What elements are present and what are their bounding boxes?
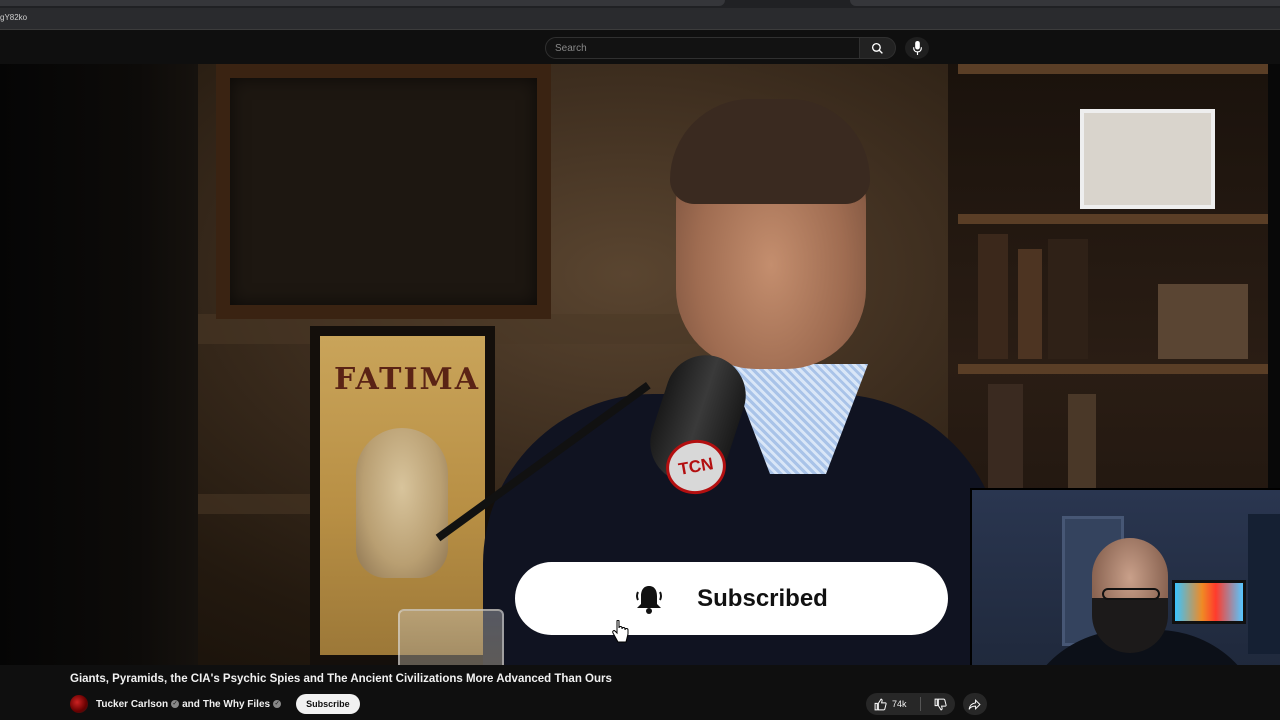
browser-tab[interactable] — [850, 0, 1280, 6]
book — [1158, 284, 1248, 359]
microphone-icon — [912, 41, 922, 55]
thumbs-up-icon[interactable] — [874, 698, 887, 711]
subscribed-overlay-button[interactable]: Subscribed — [515, 562, 948, 635]
shelf-board — [958, 364, 1268, 374]
channel-joiner: and — [182, 698, 200, 710]
share-icon — [968, 698, 981, 710]
book — [978, 234, 1008, 359]
channel-avatar[interactable] — [70, 695, 88, 713]
host-hair — [670, 99, 870, 204]
streamer-glasses — [1102, 588, 1160, 600]
youtube-header — [0, 31, 1280, 64]
poster-artwork: FATIMA — [320, 336, 485, 655]
poster-title: FATIMA — [334, 362, 481, 397]
webcam-overlay — [970, 488, 1280, 665]
address-bar[interactable]: gY82ko — [0, 8, 1280, 30]
wall-plank — [198, 494, 318, 514]
wall-picture-frame — [216, 64, 551, 319]
subscribed-label: Subscribed — [697, 584, 828, 612]
verified-icon: ✓ — [171, 700, 180, 708]
browser-tab-strip — [0, 0, 1280, 8]
shelf-board — [958, 64, 1268, 74]
voice-search-button[interactable] — [905, 37, 929, 59]
search-input[interactable] — [546, 38, 859, 59]
video-title: Giants, Pyramids, the CIA's Psychic Spie… — [70, 673, 612, 685]
browser-tab[interactable] — [0, 0, 725, 6]
video-letterbox — [0, 64, 198, 665]
verified-icon: ✓ — [273, 700, 282, 708]
url-text[interactable]: gY82ko — [0, 13, 27, 22]
channel-row: Tucker Carlson ✓ and The Why Files ✓ Sub… — [70, 694, 360, 714]
hand-cursor-icon — [612, 620, 629, 643]
book — [1018, 249, 1042, 359]
channel-name-primary[interactable]: Tucker Carlson — [96, 699, 168, 710]
framed-photo — [1080, 109, 1215, 209]
channel-name-secondary[interactable]: The Why Files — [203, 699, 270, 710]
bell-icon — [636, 585, 663, 614]
like-dislike-group: 74k — [866, 693, 955, 715]
like-divider — [919, 697, 921, 711]
search-button[interactable] — [859, 37, 896, 59]
shelf-board — [958, 214, 1268, 224]
book — [1048, 239, 1088, 359]
background-monitor — [1172, 580, 1246, 624]
poster-portrait — [356, 428, 448, 578]
video-actions: 74k — [866, 693, 987, 715]
share-button[interactable] — [962, 693, 987, 715]
like-count: 74k — [892, 699, 907, 709]
background-shelf — [1248, 514, 1280, 654]
subscribe-button[interactable]: Subscribe — [296, 694, 360, 714]
search-box[interactable] — [545, 37, 860, 59]
drinking-glass — [398, 609, 504, 665]
thumbs-down-icon[interactable] — [934, 698, 947, 711]
search-icon — [871, 42, 883, 54]
video-info-bar: Giants, Pyramids, the CIA's Psychic Spie… — [0, 665, 970, 720]
